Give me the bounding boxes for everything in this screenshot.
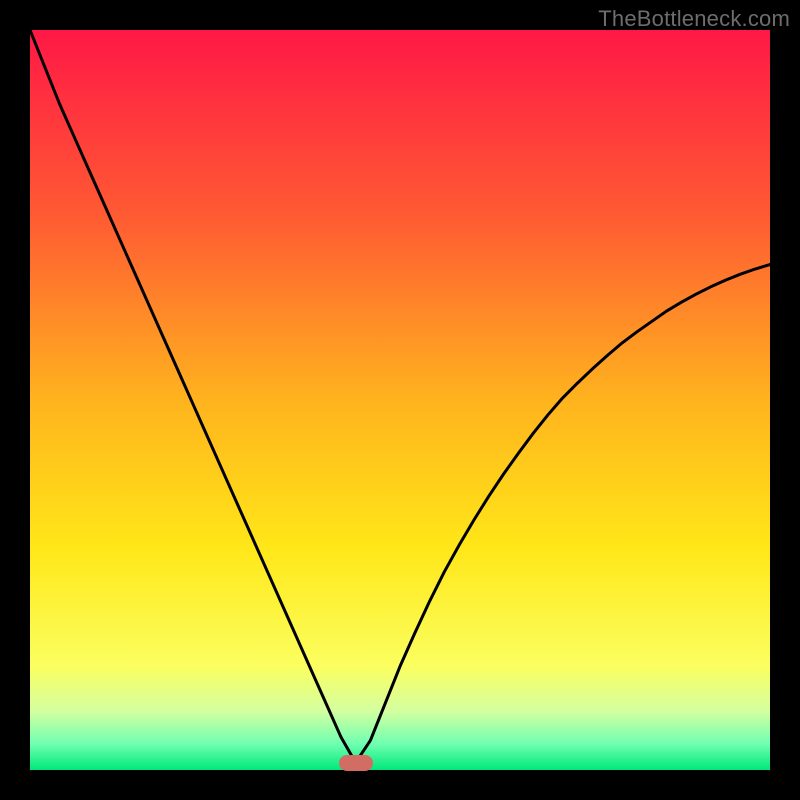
- watermark-text: TheBottleneck.com: [598, 6, 790, 32]
- gradient-background: [30, 30, 770, 770]
- chart-svg: [30, 30, 770, 770]
- plot-area: [30, 30, 770, 770]
- optimum-marker: [339, 755, 373, 771]
- chart-outer: TheBottleneck.com: [0, 0, 800, 800]
